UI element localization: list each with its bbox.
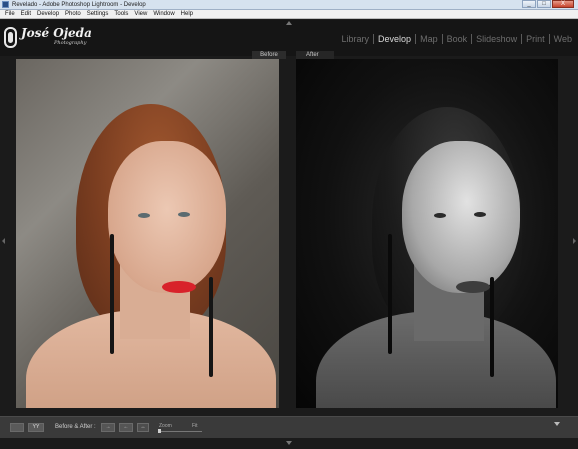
module-separator xyxy=(373,34,375,44)
menu-edit[interactable]: Edit xyxy=(18,10,34,18)
identity-plate-subtitle: Photography xyxy=(54,40,87,46)
module-print[interactable]: Print xyxy=(526,34,545,44)
zoom-slider-thumb[interactable] xyxy=(158,429,161,433)
module-web[interactable]: Web xyxy=(554,34,572,44)
before-label: Before xyxy=(252,51,286,59)
right-earring-shape xyxy=(490,277,494,377)
toolbar-options-chevron-down-icon[interactable] xyxy=(554,422,560,426)
before-photo[interactable] xyxy=(16,59,279,408)
before-after-view-button[interactable]: YY xyxy=(28,423,44,432)
menu-settings[interactable]: Settings xyxy=(84,10,112,18)
identity-plate-name: José Ojeda xyxy=(21,26,92,40)
menu-tools[interactable]: Tools xyxy=(111,10,131,18)
right-eye-shape xyxy=(178,212,190,217)
minimize-button[interactable]: _ xyxy=(522,0,536,8)
window-titlebar: Revelado - Adobe Photoshop Lightroom - D… xyxy=(0,0,578,10)
module-separator xyxy=(548,34,550,44)
right-eye-shape xyxy=(474,212,486,217)
app-icon xyxy=(2,1,9,8)
left-earring-shape xyxy=(110,234,114,354)
maximize-button[interactable]: □ xyxy=(537,0,551,8)
menu-help[interactable]: Help xyxy=(178,10,196,18)
module-separator xyxy=(415,34,417,44)
right-earring-shape xyxy=(209,277,213,377)
identity-plate-logo-icon xyxy=(4,27,17,48)
face-shape xyxy=(402,141,520,293)
top-panel-collapse-icon[interactable] xyxy=(286,21,292,25)
module-separator xyxy=(471,34,473,44)
swap-settings-button[interactable]: ↔ xyxy=(137,423,149,432)
menubar: File Edit Develop Photo Settings Tools V… xyxy=(0,10,578,19)
module-develop[interactable]: Develop xyxy=(378,34,411,44)
module-separator xyxy=(521,34,523,44)
module-slideshow[interactable]: Slideshow xyxy=(476,34,517,44)
face-shape xyxy=(108,141,226,293)
left-eye-shape xyxy=(434,213,446,218)
module-map[interactable]: Map xyxy=(420,34,438,44)
after-photo[interactable] xyxy=(296,59,558,408)
loupe-view-button[interactable] xyxy=(10,423,24,432)
copy-after-to-before-button[interactable]: ← xyxy=(119,423,133,432)
left-panel-collapse-icon[interactable] xyxy=(2,238,5,244)
copy-before-to-after-button[interactable]: → xyxy=(101,423,115,432)
zoom-slider-track[interactable] xyxy=(158,431,202,432)
window-controls: _ □ X xyxy=(522,0,574,9)
menu-window[interactable]: Window xyxy=(150,10,177,18)
left-eye-shape xyxy=(138,213,150,218)
menu-photo[interactable]: Photo xyxy=(62,10,84,18)
menu-develop[interactable]: Develop xyxy=(34,10,62,18)
lips-shape xyxy=(162,281,196,293)
module-library[interactable]: Library xyxy=(342,34,370,44)
module-separator xyxy=(441,34,443,44)
menu-file[interactable]: File xyxy=(2,10,18,18)
menu-view[interactable]: View xyxy=(131,10,150,18)
module-book[interactable]: Book xyxy=(447,34,468,44)
lips-shape xyxy=(456,281,490,293)
window-title: Revelado - Adobe Photoshop Lightroom - D… xyxy=(12,2,146,8)
before-after-label: Before & After : xyxy=(55,424,96,430)
filmstrip-collapse-icon[interactable] xyxy=(286,441,292,445)
after-label: After xyxy=(296,51,334,59)
left-earring-shape xyxy=(388,234,392,354)
zoom-fit-label: Fit xyxy=(192,423,198,429)
module-picker: Library Develop Map Book Slideshow Print… xyxy=(342,34,572,44)
right-panel-collapse-icon[interactable] xyxy=(573,238,576,244)
close-button[interactable]: X xyxy=(552,0,574,8)
